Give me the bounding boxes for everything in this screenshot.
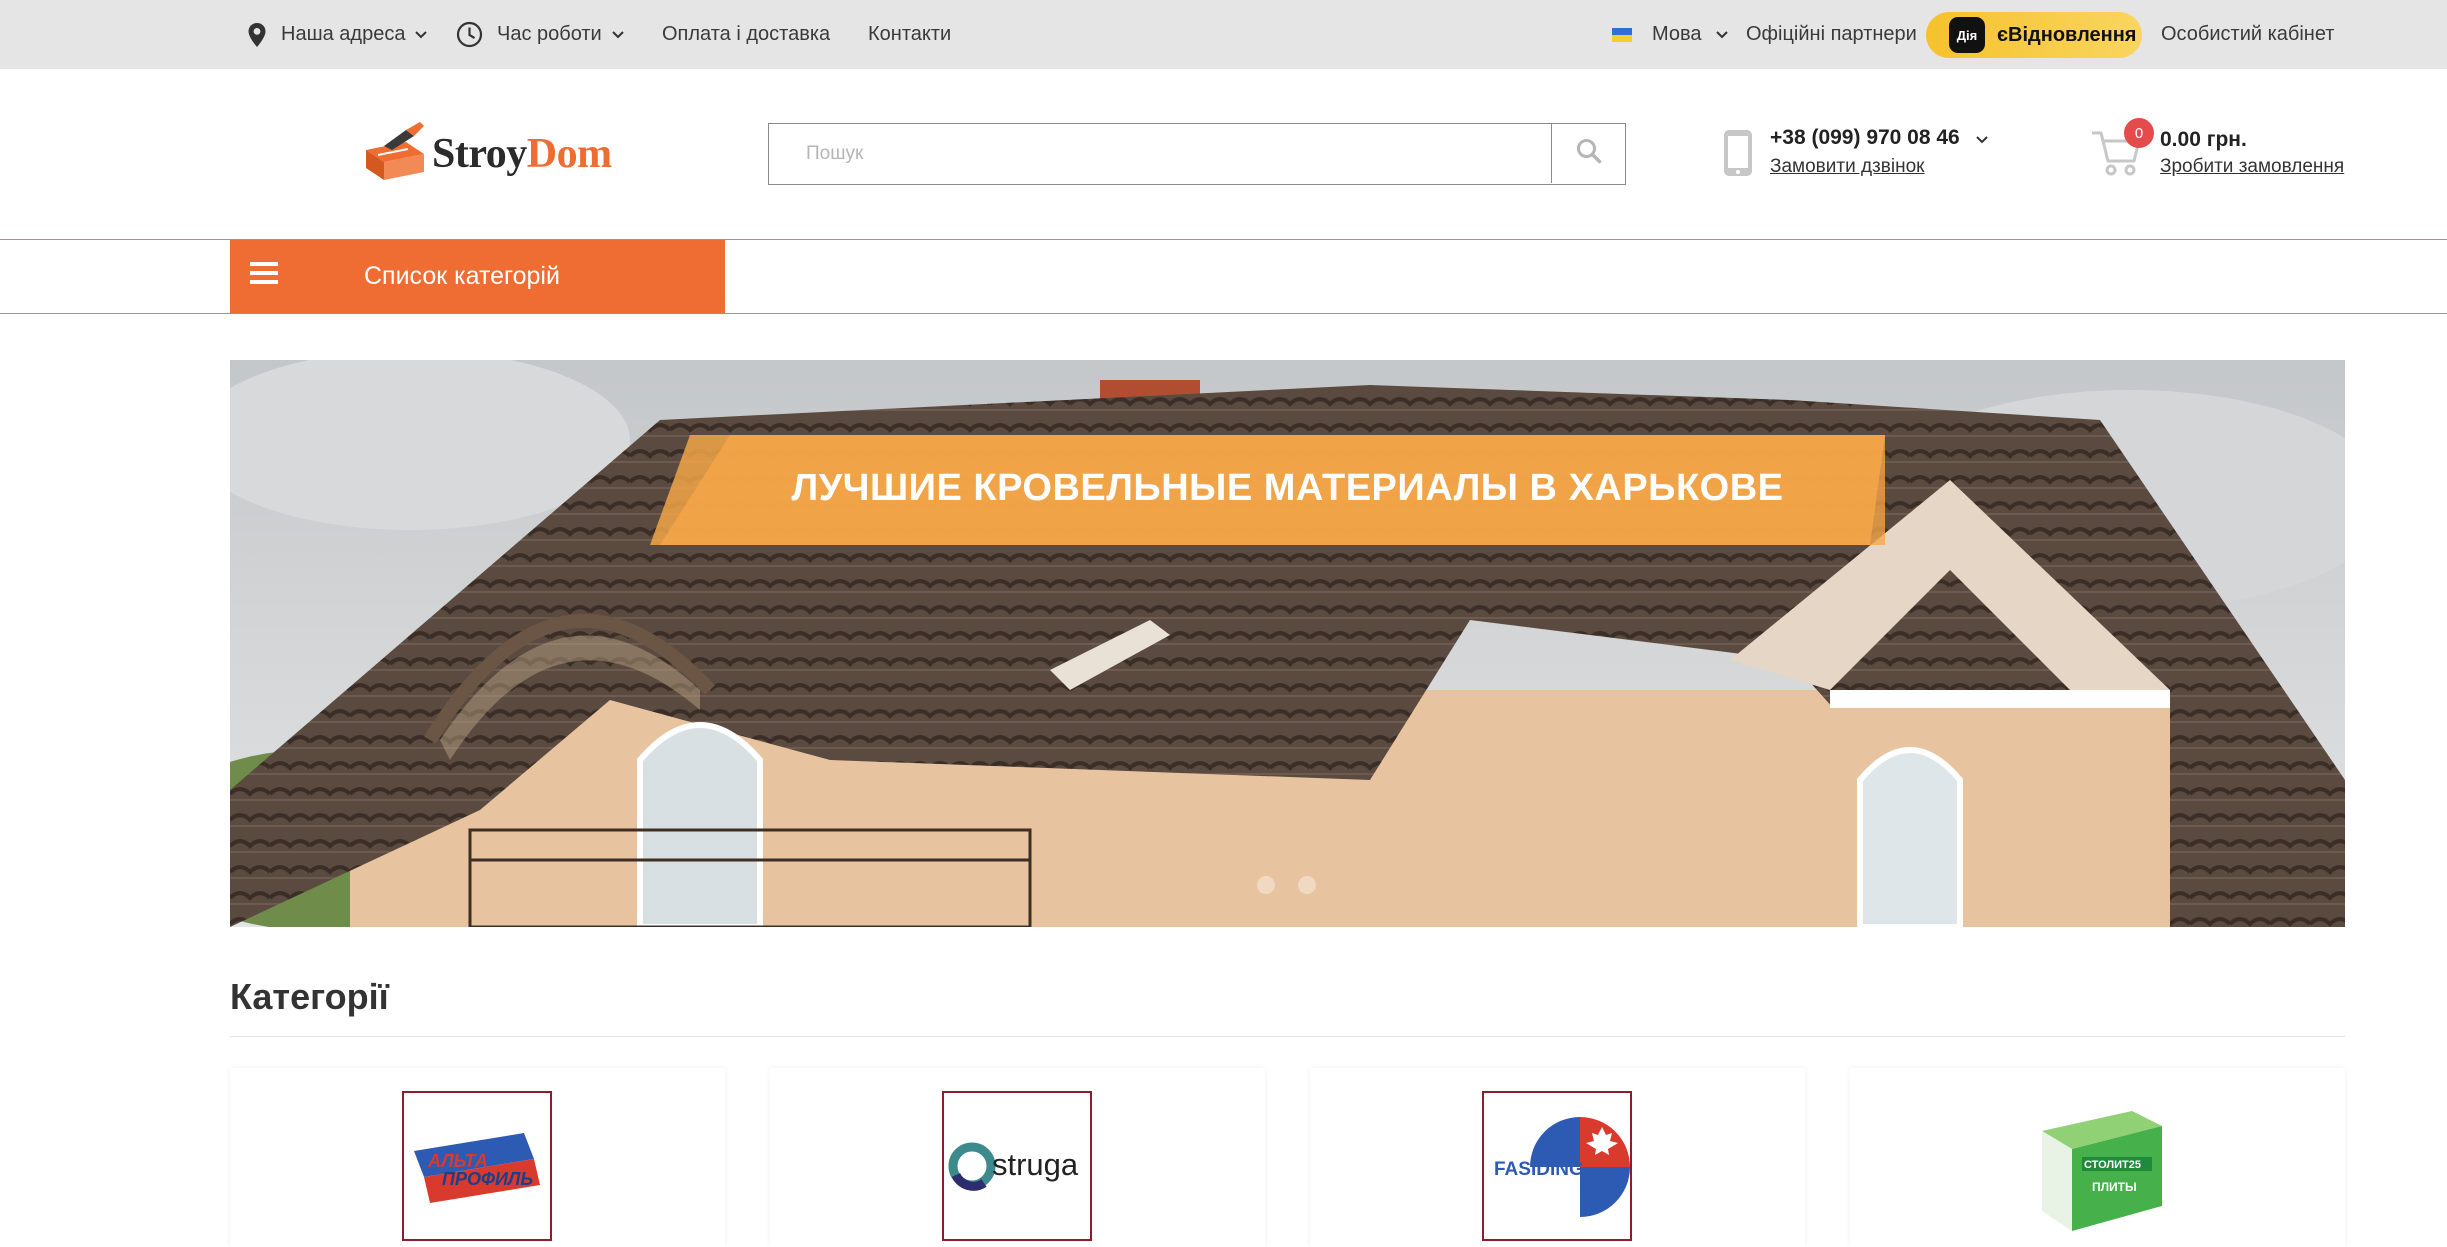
- partners-link[interactable]: Офіційні партнери: [1746, 0, 1917, 69]
- search-box: [768, 123, 1626, 185]
- struga-text: struga: [992, 1147, 1079, 1182]
- language-menu[interactable]: Мова: [1612, 0, 1728, 69]
- ukraine-flag-icon: [1612, 27, 1632, 42]
- logo-part-dom: Dom: [526, 130, 612, 177]
- dia-recovery-button[interactable]: Дія єВідновлення: [1926, 12, 2142, 58]
- clock-icon: [456, 21, 483, 48]
- top-bar: Наша адреса Час роботи Оплата і доставка…: [0, 0, 2447, 69]
- chevron-down-icon: [1715, 30, 1728, 39]
- category-logo: АЛЬТА ПРОФИЛЬ: [402, 1091, 552, 1241]
- phone-number: +38 (099) 970 08 46: [1770, 126, 1960, 149]
- categories-menu-label: Список категорій: [364, 262, 560, 290]
- alta-text-1: АЛЬТА: [427, 1151, 488, 1171]
- location-pin-icon: [247, 22, 267, 48]
- logo-part-stroy: Stroy: [432, 130, 527, 177]
- categories-menu-button[interactable]: Список категорій: [230, 240, 725, 313]
- stolit-text: СТОЛИТ25: [2084, 1159, 2141, 1171]
- banner-title: ЛУЧШИЕ КРОВЕЛЬНЫЕ МАТЕРИАЛЫ В ХАРЬКОВЕ: [791, 467, 1784, 509]
- request-call-link[interactable]: Замовити дзвінок: [1770, 156, 1924, 178]
- dia-recovery-label: єВідновлення: [1997, 23, 2137, 46]
- category-logo: struga: [942, 1091, 1092, 1241]
- stolit-subtext: ПЛИТЫ: [2092, 1180, 2137, 1194]
- cart-count-badge: 0: [2124, 118, 2154, 148]
- fasiding-text: FASIDING: [1494, 1159, 1584, 1180]
- banner-image: [230, 360, 2345, 927]
- slider-dot-2[interactable]: [1298, 876, 1316, 894]
- delivery-link[interactable]: Оплата і доставка: [662, 0, 830, 69]
- phone-number-menu[interactable]: +38 (099) 970 08 46: [1770, 126, 1988, 150]
- category-nav-bar: Список категорій: [0, 239, 2447, 314]
- section-divider: [230, 1036, 2345, 1037]
- address-label: Наша адреса: [281, 23, 406, 45]
- category-card-stolit[interactable]: СТОЛИТ25 ПЛИТЫ: [1850, 1068, 2345, 1247]
- contacts-link[interactable]: Контакти: [868, 0, 951, 69]
- chevron-down-icon: [415, 30, 428, 39]
- phone-icon: [1722, 128, 1754, 183]
- category-logo: FASIDING: [1482, 1091, 1632, 1241]
- categories-title: Категорії: [230, 976, 389, 1017]
- hours-label: Час роботи: [497, 23, 602, 45]
- trowel-brick-icon: [362, 120, 428, 187]
- search-button[interactable]: [1551, 124, 1625, 183]
- checkout-link[interactable]: Зробити замовлення: [2160, 156, 2344, 178]
- hero-banner[interactable]: ЛУЧШИЕ КРОВЕЛЬНЫЕ МАТЕРИАЛЫ В ХАРЬКОВЕ: [230, 360, 2345, 927]
- category-card-fasiding[interactable]: FASIDING: [1310, 1068, 1805, 1247]
- cart-total: 0.00 грн.: [2160, 128, 2247, 151]
- category-card-alta-profil[interactable]: АЛЬТА ПРОФИЛЬ: [230, 1068, 725, 1247]
- account-link[interactable]: Особистий кабінет: [2161, 0, 2334, 69]
- slider-dot-1[interactable]: [1257, 876, 1275, 894]
- search-input[interactable]: [769, 124, 1551, 183]
- hours-menu[interactable]: Час роботи: [456, 0, 624, 69]
- logo-wordmark: StroyDom: [432, 130, 612, 178]
- search-icon: [1576, 138, 1602, 169]
- dia-logo: Дія: [1949, 17, 1985, 53]
- hamburger-icon: [250, 260, 278, 293]
- category-card-struga[interactable]: struga: [770, 1068, 1265, 1247]
- chevron-down-icon: [1976, 126, 1988, 150]
- language-label: Мова: [1652, 23, 1702, 45]
- site-logo[interactable]: StroyDom: [362, 120, 612, 187]
- category-logo: СТОЛИТ25 ПЛИТЫ: [2022, 1091, 2172, 1241]
- alta-text-2: ПРОФИЛЬ: [442, 1169, 533, 1189]
- address-menu[interactable]: Наша адреса: [247, 0, 428, 69]
- chevron-down-icon: [612, 30, 624, 39]
